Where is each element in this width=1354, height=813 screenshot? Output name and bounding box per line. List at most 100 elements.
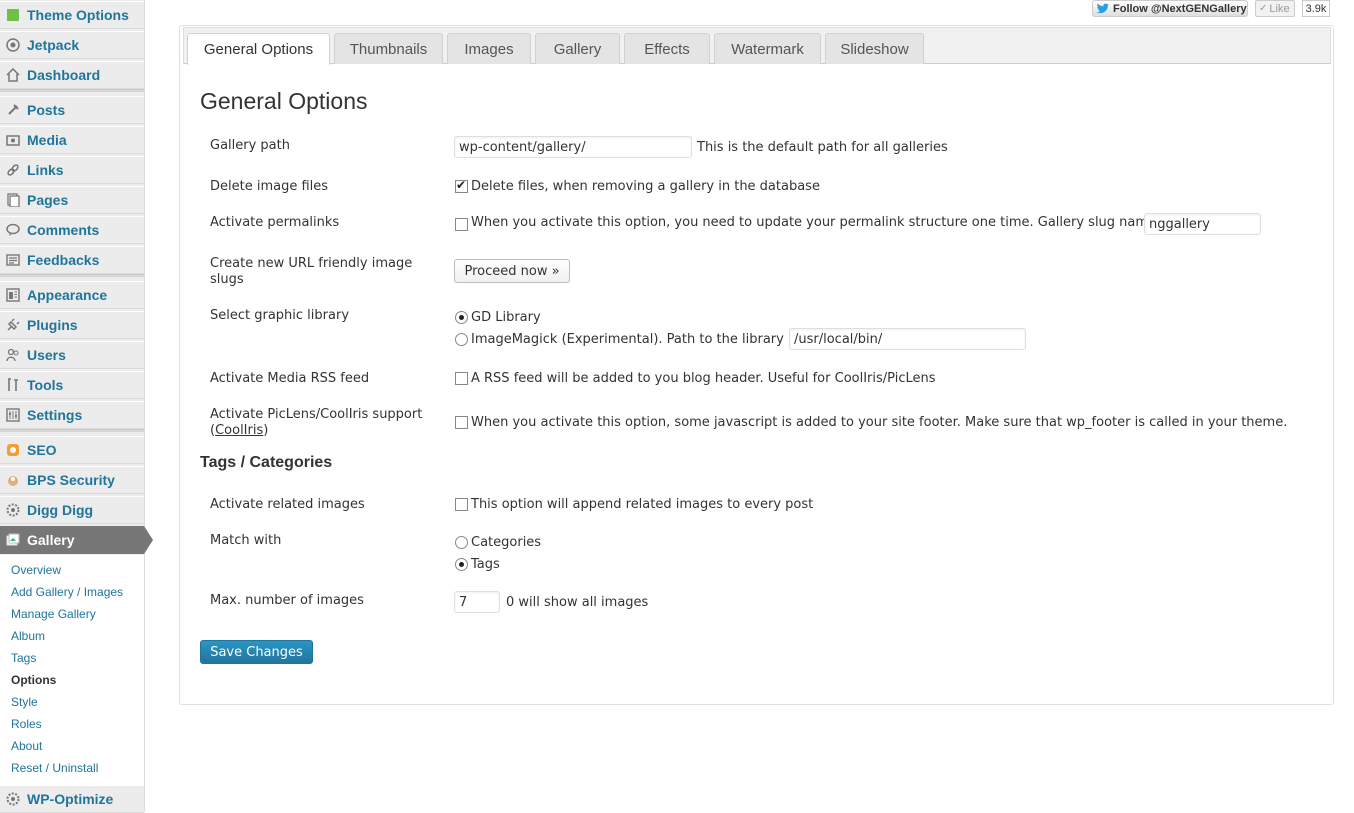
- match-categories-radio[interactable]: [455, 536, 468, 549]
- cooliris-link[interactable]: CoolIris: [215, 423, 263, 438]
- submenu-item-options[interactable]: Options: [11, 673, 56, 687]
- settings-icon: [5, 407, 21, 423]
- delete-files-checkbox[interactable]: [455, 178, 468, 193]
- menu-separator: [0, 429, 144, 432]
- sidebar-item-digg-digg[interactable]: Digg Digg: [0, 496, 144, 524]
- admin-sidebar: Theme Options Jetpack Dashboard Posts Me…: [0, 0, 153, 813]
- appearance-icon: [5, 287, 21, 303]
- media-rss-text: A RSS feed will be added to you blog hea…: [471, 371, 936, 386]
- gd-library-radio[interactable]: [455, 311, 468, 324]
- imagemagick-path-input[interactable]: /usr/local/bin/: [789, 328, 1026, 350]
- delete-files-text: Delete files, when removing a gallery in…: [471, 179, 820, 194]
- sidebar-item-plugins[interactable]: Plugins: [0, 311, 144, 339]
- submenu-item-style[interactable]: Style: [11, 695, 38, 709]
- submenu-item-roles[interactable]: Roles: [11, 717, 42, 731]
- sidebar-item-label: Digg Digg: [27, 502, 94, 518]
- imagemagick-radio[interactable]: [455, 333, 468, 346]
- sidebar-item-media[interactable]: Media: [0, 126, 144, 154]
- gallery-path-input[interactable]: wp-content/gallery/: [454, 136, 692, 158]
- tab-general-options[interactable]: General Options: [187, 33, 330, 65]
- sidebar-item-bps-security[interactable]: BPS Security: [0, 466, 144, 494]
- sidebar-item-pages[interactable]: Pages: [0, 186, 144, 214]
- submenu-item-add-gallery[interactable]: Add Gallery / Images: [11, 585, 123, 599]
- tools-icon: [5, 377, 21, 393]
- gd-library-text: GD Library: [471, 310, 541, 325]
- pages-icon: [5, 192, 21, 208]
- sidebar-item-label: BPS Security: [27, 472, 115, 488]
- submenu-item-overview[interactable]: Overview: [11, 563, 61, 577]
- sidebar-item-users[interactable]: Users: [0, 341, 144, 369]
- checkmark-icon: ✓: [1259, 3, 1268, 14]
- sidebar-item-wp-optimize[interactable]: WP-Optimize: [0, 785, 144, 813]
- links-icon: [5, 162, 21, 178]
- sidebar-item-label: Plugins: [27, 317, 78, 333]
- tab-thumbnails[interactable]: Thumbnails: [334, 33, 443, 64]
- piclens-checkbox[interactable]: [455, 416, 468, 429]
- sidebar-item-tools[interactable]: Tools: [0, 371, 144, 399]
- tab-watermark[interactable]: Watermark: [714, 33, 821, 64]
- theme-options-icon: [5, 7, 21, 23]
- sidebar-item-feedbacks[interactable]: Feedbacks: [0, 246, 144, 274]
- dashboard-icon: [5, 67, 21, 83]
- media-rss-label: Activate Media RSS feed: [210, 371, 370, 386]
- related-images-label: Activate related images: [210, 497, 365, 512]
- sidebar-item-label: Dashboard: [27, 67, 101, 83]
- match-tags-radio[interactable]: [455, 558, 468, 571]
- permalinks-checkbox[interactable]: [455, 218, 468, 231]
- graphic-library-label: Select graphic library: [210, 308, 350, 323]
- sidebar-item-label: Links: [27, 162, 64, 178]
- submenu-item-manage-gallery[interactable]: Manage Gallery: [11, 607, 96, 621]
- sidebar-item-label: Jetpack: [27, 37, 80, 53]
- max-images-input[interactable]: 7: [454, 591, 500, 613]
- sidebar-item-label: WP-Optimize: [27, 791, 114, 807]
- seo-icon: [5, 442, 21, 458]
- permalinks-text: When you activate this option, you need …: [471, 215, 1165, 230]
- sidebar-item-appearance[interactable]: Appearance: [0, 281, 144, 309]
- twitter-follow-button[interactable]: Follow @NextGENGallery: [1092, 0, 1248, 17]
- submenu-item-about[interactable]: About: [11, 739, 42, 753]
- sidebar-item-label: Theme Options: [27, 7, 129, 23]
- sidebar-item-theme-options[interactable]: Theme Options: [0, 1, 144, 29]
- tags-categories-heading: Tags / Categories: [200, 454, 333, 471]
- gallery-slug-input[interactable]: nggallery: [1144, 213, 1261, 235]
- sidebar-item-label: Posts: [27, 102, 66, 118]
- sidebar-item-settings[interactable]: Settings: [0, 401, 144, 429]
- gallery-path-label: Gallery path: [210, 138, 290, 153]
- proceed-now-button[interactable]: Proceed now »: [454, 259, 570, 283]
- piclens-label-text: Activate PicLens/CoolIris support: [210, 407, 423, 422]
- related-images-checkbox[interactable]: [455, 498, 468, 511]
- sidebar-item-links[interactable]: Links: [0, 156, 144, 184]
- media-rss-checkbox[interactable]: [455, 372, 468, 385]
- max-images-label: Max. number of images: [210, 593, 364, 608]
- feedbacks-icon: [5, 252, 21, 268]
- submenu-item-album[interactable]: Album: [11, 629, 45, 643]
- tab-gallery[interactable]: Gallery: [535, 33, 620, 64]
- piclens-label: Activate PicLens/CoolIris support (CoolIr…: [210, 407, 445, 439]
- sidebar-item-label: Media: [27, 132, 67, 148]
- submenu-item-reset-uninstall[interactable]: Reset / Uninstall: [11, 761, 98, 775]
- media-icon: [5, 132, 21, 148]
- sidebar-item-posts[interactable]: Posts: [0, 96, 144, 124]
- sidebar-item-jetpack[interactable]: Jetpack: [0, 31, 144, 59]
- max-images-hint: 0 will show all images: [506, 595, 649, 610]
- sidebar-item-gallery[interactable]: Gallery: [0, 526, 144, 554]
- sidebar-item-label: Pages: [27, 192, 69, 208]
- twitter-follow-label: Follow @NextGENGallery: [1113, 2, 1247, 15]
- comments-icon: [5, 222, 21, 238]
- tab-images[interactable]: Images: [447, 33, 531, 64]
- menu-separator: [0, 274, 144, 277]
- tab-slideshow[interactable]: Slideshow: [825, 33, 924, 64]
- plugins-icon: [5, 317, 21, 333]
- sidebar-item-dashboard[interactable]: Dashboard: [0, 61, 144, 89]
- match-categories-text: Categories: [471, 535, 542, 550]
- sidebar-item-label: Gallery: [27, 532, 75, 548]
- delete-files-label: Delete image files: [210, 179, 329, 194]
- submenu-item-tags[interactable]: Tags: [11, 651, 36, 665]
- sidebar-item-label: Users: [27, 347, 66, 363]
- save-changes-button[interactable]: Save Changes: [200, 640, 313, 664]
- like-button[interactable]: ✓ Like: [1255, 0, 1295, 17]
- tab-effects[interactable]: Effects: [624, 33, 710, 64]
- sidebar-item-comments[interactable]: Comments: [0, 216, 144, 244]
- permalinks-label: Activate permalinks: [210, 215, 340, 230]
- sidebar-item-seo[interactable]: SEO: [0, 436, 144, 464]
